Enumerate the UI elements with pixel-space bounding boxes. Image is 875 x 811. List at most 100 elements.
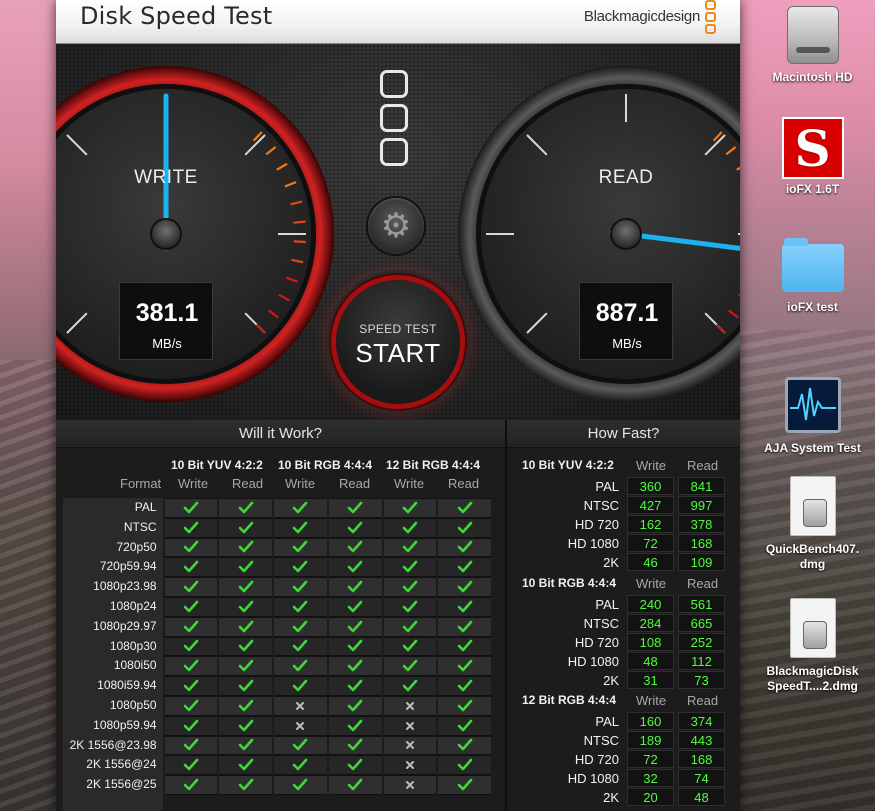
write-speed-value: 360 [627, 477, 674, 495]
format-label: HD 720 [574, 517, 619, 532]
check-icon [438, 517, 492, 538]
check-icon [164, 537, 218, 558]
check-icon [274, 517, 327, 538]
format-label: 2K 1556@24 [86, 757, 157, 772]
desktop-item-label: BlackmagicDisk SpeedT....2.dmg [766, 664, 859, 693]
desktop-item-macintosh-hd[interactable]: Macintosh HD [750, 6, 875, 85]
check-icon [219, 498, 273, 518]
start-button[interactable]: SPEED TEST START [336, 280, 460, 404]
check-icon [219, 557, 273, 578]
check-icon [438, 755, 492, 776]
table-row: PAL 240 561 [512, 595, 734, 614]
check-icon [164, 735, 218, 756]
title-bar[interactable]: Disk Speed Test Blackmagicdesign [56, 0, 740, 44]
how-fast-group-title: 10 Bit YUV 4:2:2 [522, 458, 614, 472]
how-fast-group-title: 12 Bit RGB 4:4:4 [522, 693, 617, 707]
format-label: 1080i59.94 [97, 678, 157, 693]
check-icon [328, 596, 382, 617]
check-icon [438, 676, 492, 696]
desktop-item-label: Macintosh HD [772, 70, 853, 84]
iofx-app-icon: S [781, 117, 844, 179]
how-fast-header: How Fast? [507, 420, 740, 448]
read-speed-value: 168 [678, 750, 725, 768]
read-speed-value: 74 [678, 769, 725, 787]
write-speed-value: 20 [627, 788, 674, 806]
check-icon [274, 557, 327, 578]
gauge-area: WRITE READ 381.1 MB/s 887.1 MB/s ⚙ SPEED… [56, 44, 740, 420]
write-speed-value: 162 [627, 515, 674, 533]
table-row: 720p50 [63, 537, 492, 558]
check-icon [438, 735, 492, 756]
format-label: NTSC [123, 519, 157, 534]
check-icon [164, 557, 218, 578]
desktop-item-aja-system-test[interactable]: AJA System Test [750, 377, 875, 456]
write-readout: 381.1 MB/s [119, 282, 213, 360]
check-icon [274, 616, 327, 637]
format-label: 720p59.94 [99, 559, 157, 574]
check-icon [383, 596, 437, 617]
blackmagic-logo-icon [705, 0, 718, 38]
gear-icon[interactable]: ⚙ [368, 198, 424, 254]
read-speed-value: 252 [678, 633, 725, 651]
check-icon [164, 616, 218, 637]
will-group-yuv422: 10 Bit YUV 4:2:2 [171, 458, 263, 472]
check-icon [219, 537, 273, 558]
check-icon [328, 715, 382, 736]
format-label: PAL [595, 479, 619, 494]
format-label: 1080p50 [109, 697, 157, 712]
check-icon [164, 636, 218, 657]
desktop-item-quickbench-dmg[interactable]: QuickBench407. dmg [750, 476, 875, 572]
check-icon [383, 636, 437, 657]
desktop-item-blackmagic-dmg[interactable]: BlackmagicDisk SpeedT....2.dmg [750, 598, 875, 694]
read-speed-value: 112 [678, 652, 725, 670]
will-read-header-2: Read [339, 476, 371, 491]
hard-drive-icon [786, 6, 839, 64]
check-icon [383, 577, 437, 597]
how-fast-group: 10 Bit YUV 4:2:2 Write Read PAL 360 841 NTSC 42… [512, 458, 734, 575]
table-row: 2K 46 109 [512, 553, 734, 572]
disk-speed-test-window: Disk Speed Test Blackmagicdesign WRITE R… [56, 0, 740, 811]
check-icon [438, 715, 492, 736]
check-icon [438, 636, 492, 657]
check-icon [328, 656, 382, 677]
gauge-redline-tick [293, 220, 306, 224]
check-icon [438, 498, 492, 518]
check-icon [164, 676, 218, 696]
format-label: NTSC [583, 498, 619, 513]
format-label: 2K [603, 673, 619, 688]
desktop-item-iofx-app[interactable]: S ioFX 1.6T [750, 117, 875, 197]
cross-icon [383, 735, 437, 756]
desktop-item-iofx-test[interactable]: ioFX test [750, 238, 875, 315]
wallpaper-rock-left [0, 360, 60, 811]
desktop-item-label: ioFX 1.6T [785, 182, 840, 196]
read-value: 887.1 [595, 299, 659, 327]
check-icon [328, 775, 382, 795]
table-row: 2K 1556@25 [63, 775, 492, 795]
how-fast-read-header: Read [687, 576, 719, 591]
format-label: PAL [134, 500, 157, 514]
will-write-header-3: Write [394, 476, 425, 491]
check-icon [164, 577, 218, 597]
table-row: HD 720 72 168 [512, 750, 734, 769]
table-row: 2K 1556@24 [63, 755, 492, 776]
check-icon [219, 616, 273, 637]
format-label: 2K [603, 555, 619, 570]
write-speed-value: 240 [627, 595, 674, 613]
table-row: HD 1080 72 168 [512, 534, 734, 553]
read-gauge-hub [610, 218, 642, 250]
read-speed-value: 665 [678, 614, 725, 632]
how-fast-group: 12 Bit RGB 4:4:4 Write Read PAL 160 374 NTSC 18… [512, 693, 734, 810]
table-row: HD 720 108 252 [512, 633, 734, 652]
format-label: HD 1080 [567, 536, 619, 551]
check-icon [274, 636, 327, 657]
check-icon [219, 636, 273, 657]
how-fast-write-header: Write [636, 576, 667, 591]
cross-icon [383, 775, 437, 795]
how-fast-write-header: Write [636, 458, 667, 473]
will-it-work-header: Will it Work? [56, 420, 505, 448]
check-icon [438, 775, 492, 795]
will-write-header-2: Write [285, 476, 316, 491]
check-icon [383, 616, 437, 637]
write-unit: MB/s [152, 336, 182, 351]
table-row: HD 1080 48 112 [512, 652, 734, 671]
